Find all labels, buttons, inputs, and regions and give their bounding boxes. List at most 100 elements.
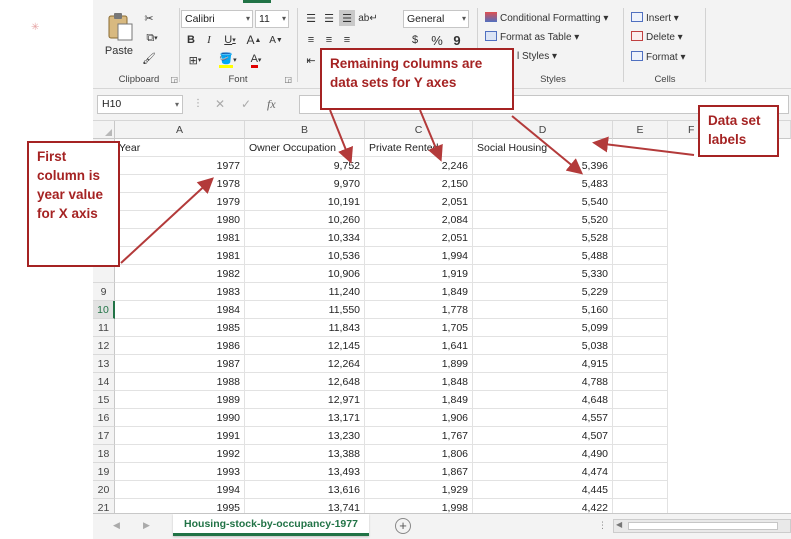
- cell-year[interactable]: 1993: [115, 463, 245, 481]
- cell-year[interactable]: 1979: [115, 193, 245, 211]
- cell[interactable]: [613, 445, 668, 463]
- cell-private[interactable]: 2,150: [365, 175, 473, 193]
- cell-private[interactable]: 2,051: [365, 193, 473, 211]
- format-as-table-button[interactable]: Format as Table ▾: [485, 31, 579, 43]
- cell[interactable]: [613, 463, 668, 481]
- cell-private[interactable]: 1,998: [365, 499, 473, 513]
- header-cell-private[interactable]: Private Rented: [365, 139, 473, 157]
- align-bottom-icon[interactable]: ☰: [339, 10, 355, 26]
- decrease-indent-icon[interactable]: ⇤: [303, 52, 319, 68]
- shrink-font-icon[interactable]: A ▼: [267, 32, 285, 48]
- cell-private[interactable]: 1,867: [365, 463, 473, 481]
- cell-social[interactable]: 5,038: [473, 337, 613, 355]
- align-top-icon[interactable]: ☰: [303, 10, 319, 26]
- align-right-icon[interactable]: ≡: [339, 32, 355, 48]
- cell-private[interactable]: 1,641: [365, 337, 473, 355]
- copy-icon[interactable]: ⧉ ▾: [141, 30, 163, 46]
- cell-private[interactable]: 2,084: [365, 211, 473, 229]
- font-color-icon[interactable]: A ▾: [243, 52, 269, 68]
- cell[interactable]: [613, 319, 668, 337]
- italic-button[interactable]: I: [201, 32, 217, 48]
- horizontal-scrollbar[interactable]: ◀: [613, 519, 791, 533]
- row-header[interactable]: 15: [93, 391, 115, 409]
- cell-year[interactable]: 1981: [115, 247, 245, 265]
- cell[interactable]: [613, 373, 668, 391]
- cell-owner[interactable]: 9,970: [245, 175, 365, 193]
- cell[interactable]: [613, 355, 668, 373]
- cell-private[interactable]: 1,806: [365, 445, 473, 463]
- cell[interactable]: [613, 193, 668, 211]
- cell-social[interactable]: 5,160: [473, 301, 613, 319]
- row-header[interactable]: 20: [93, 481, 115, 499]
- cell-year[interactable]: 1981: [115, 229, 245, 247]
- header-cell-year[interactable]: Year: [115, 139, 245, 157]
- header-cell-social[interactable]: Social Housing: [473, 139, 613, 157]
- row-header[interactable]: 18: [93, 445, 115, 463]
- align-left-icon[interactable]: ≡: [303, 32, 319, 48]
- cell-year[interactable]: 1992: [115, 445, 245, 463]
- currency-button[interactable]: $: [405, 32, 425, 48]
- next-sheet-icon[interactable]: ▶: [143, 520, 150, 531]
- cell-year[interactable]: 1978: [115, 175, 245, 193]
- cell-owner[interactable]: 12,648: [245, 373, 365, 391]
- wrap-text-icon[interactable]: ab↵: [358, 10, 378, 26]
- cell-year[interactable]: 1982: [115, 265, 245, 283]
- cell-social[interactable]: 4,788: [473, 373, 613, 391]
- font-size-dropdown[interactable]: 11 ▾: [255, 10, 289, 28]
- cell-social[interactable]: 4,445: [473, 481, 613, 499]
- insert-cells-button[interactable]: Insert ▾: [631, 12, 679, 24]
- cell-owner[interactable]: 12,145: [245, 337, 365, 355]
- cell-private[interactable]: 1,899: [365, 355, 473, 373]
- cell[interactable]: [613, 499, 668, 513]
- cell-private[interactable]: 1,849: [365, 283, 473, 301]
- cell-year[interactable]: 1988: [115, 373, 245, 391]
- cell-private[interactable]: 1,919: [365, 265, 473, 283]
- cut-icon[interactable]: ✂: [141, 10, 157, 26]
- cell-year[interactable]: 1991: [115, 427, 245, 445]
- column-header-b[interactable]: B: [245, 121, 365, 139]
- cell-year[interactable]: 1987: [115, 355, 245, 373]
- cell-owner[interactable]: 10,191: [245, 193, 365, 211]
- cell[interactable]: [613, 481, 668, 499]
- cell[interactable]: [613, 175, 668, 193]
- column-header-d[interactable]: D: [473, 121, 613, 139]
- cell-year[interactable]: 1990: [115, 409, 245, 427]
- cell-year[interactable]: 1989: [115, 391, 245, 409]
- cell[interactable]: [613, 247, 668, 265]
- cell-social[interactable]: 4,915: [473, 355, 613, 373]
- paste-button[interactable]: Paste: [99, 44, 139, 58]
- cancel-icon[interactable]: ✕: [215, 97, 225, 111]
- align-middle-icon[interactable]: ☰: [321, 10, 337, 26]
- cell-private[interactable]: 1,767: [365, 427, 473, 445]
- borders-icon[interactable]: ⊞ ▾: [183, 52, 207, 68]
- delete-cells-button[interactable]: Delete ▾: [631, 31, 683, 43]
- align-center-icon[interactable]: ≡: [321, 32, 337, 48]
- format-painter-icon[interactable]: 🖌: [141, 50, 157, 66]
- sheet-tab-active[interactable]: Housing-stock-by-occupancy-1977: [173, 514, 369, 536]
- dialog-launcher-icon[interactable]: ◲: [284, 75, 292, 84]
- cell-social[interactable]: 5,099: [473, 319, 613, 337]
- add-sheet-icon[interactable]: +: [395, 518, 411, 534]
- cell-private[interactable]: 1,848: [365, 373, 473, 391]
- cell-owner[interactable]: 12,971: [245, 391, 365, 409]
- cell-owner[interactable]: 10,260: [245, 211, 365, 229]
- prev-sheet-icon[interactable]: ◀: [113, 520, 120, 531]
- cell-social[interactable]: 5,528: [473, 229, 613, 247]
- cell-social[interactable]: 4,557: [473, 409, 613, 427]
- bold-button[interactable]: B: [183, 32, 199, 48]
- worksheet-grid[interactable]: A B C D E F Year Owner Occupation Privat…: [93, 121, 791, 513]
- scrollbar-thumb[interactable]: [628, 522, 778, 530]
- cell-year[interactable]: 1986: [115, 337, 245, 355]
- cell[interactable]: [613, 229, 668, 247]
- cell-private[interactable]: 1,906: [365, 409, 473, 427]
- grow-font-icon[interactable]: A ▲: [245, 32, 263, 48]
- cell-owner[interactable]: 13,230: [245, 427, 365, 445]
- cell-year[interactable]: 1995: [115, 499, 245, 513]
- cell[interactable]: [613, 337, 668, 355]
- row-header[interactable]: 10: [93, 301, 115, 319]
- row-header[interactable]: 9: [93, 283, 115, 301]
- cell-private[interactable]: 1,929: [365, 481, 473, 499]
- cell-social[interactable]: 5,396: [473, 157, 613, 175]
- cell-private[interactable]: 1,778: [365, 301, 473, 319]
- cell-year[interactable]: 1983: [115, 283, 245, 301]
